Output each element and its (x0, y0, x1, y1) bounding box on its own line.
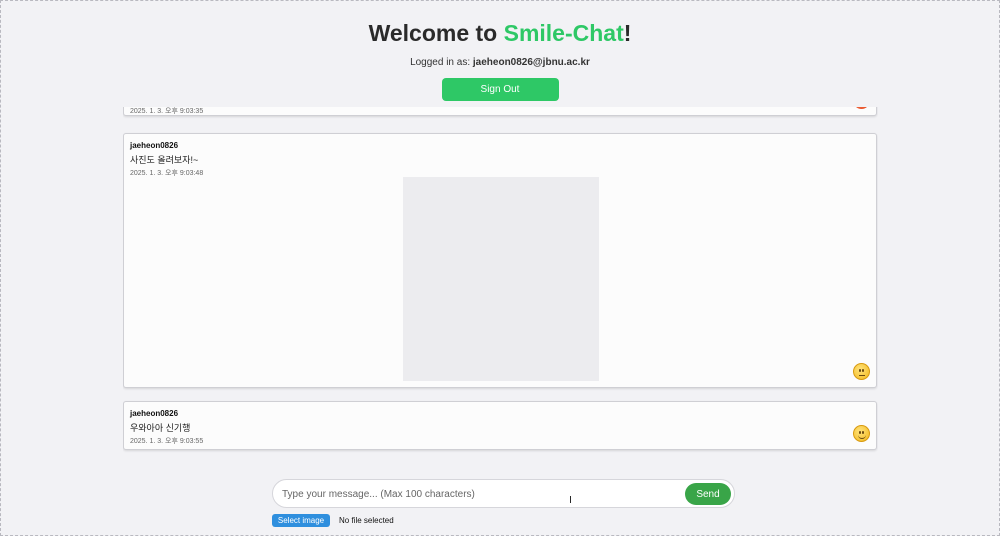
header: Welcome to Smile-Chat! Logged in as: jae… (0, 0, 1000, 101)
message-composer: Send (272, 479, 735, 508)
message-timestamp: 2025. 1. 3. 오후 9:03:35 (130, 108, 204, 115)
page-title: Welcome to Smile-Chat! (0, 18, 1000, 48)
smiling-face-emoji-icon (853, 425, 870, 442)
logged-in-user: jaeheon0826@jbnu.ac.kr (472, 57, 590, 68)
title-prefix: Welcome to (368, 20, 504, 46)
message-timestamp: 2025. 1. 3. 오후 9:03:48 (130, 170, 204, 177)
neutral-face-emoji-icon (853, 363, 870, 380)
text-cursor-icon: I (569, 495, 572, 506)
send-button[interactable]: Send (685, 483, 731, 505)
chat-message: jaeheon0826 우와아아 신기행 2025. 1. 3. 오후 9:03… (123, 401, 877, 450)
message-input[interactable] (282, 486, 682, 502)
title-brand: Smile-Chat (503, 20, 624, 46)
chat-message: 2025. 1. 3. 오후 9:03:35 (123, 107, 877, 116)
emoji-red-partial-icon (853, 107, 870, 109)
logged-in-label: Logged in as: (410, 57, 473, 68)
title-suffix: ! (623, 20, 632, 46)
message-timestamp: 2025. 1. 3. 오후 9:03:55 (130, 438, 204, 445)
file-status: No file selected (339, 516, 394, 525)
chat-message: jaeheon0826 사진도 올려보자!~ 2025. 1. 3. 오후 9:… (123, 133, 877, 388)
message-text: 우와아아 신기행 (130, 423, 191, 433)
message-image (403, 177, 599, 381)
select-image-button[interactable]: Select image (272, 514, 330, 527)
message-text: 사진도 올려보자!~ (130, 155, 199, 165)
chat-messages-area[interactable]: 2025. 1. 3. 오후 9:03:35 jaeheon0826 사진도 올… (123, 107, 878, 462)
message-username: jaeheon0826 (130, 141, 179, 150)
sign-out-button[interactable]: Sign Out (441, 78, 559, 101)
logged-in-status: Logged in as: jaeheon0826@jbnu.ac.kr (0, 56, 1000, 70)
message-username: jaeheon0826 (130, 409, 179, 418)
